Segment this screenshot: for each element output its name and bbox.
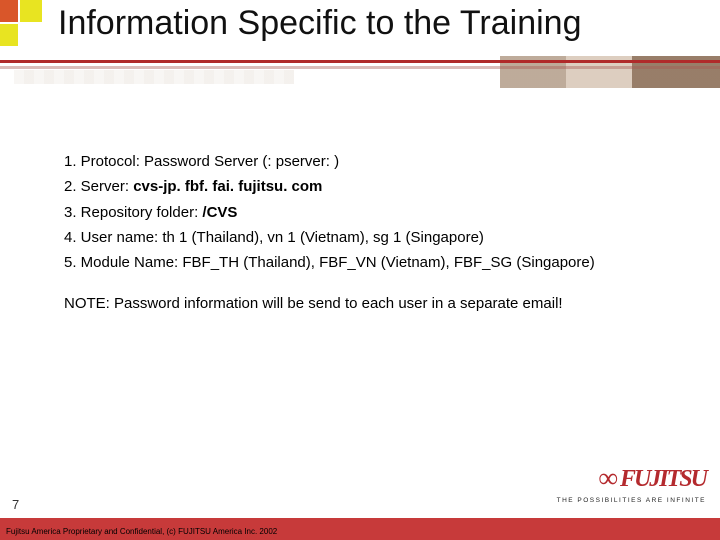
corner-logo-icon — [0, 0, 44, 48]
content-body: 1. Protocol: Password Server (: pserver:… — [64, 150, 664, 318]
brand-tagline: THE POSSIBILITIES ARE INFINITE — [557, 497, 706, 504]
item-protocol: 1. Protocol: Password Server (: pserver:… — [64, 150, 664, 173]
item-repository-value: /CVS — [202, 204, 237, 221]
header: Information Specific to the Training — [0, 0, 720, 88]
brand-block: ∞ FUJITSU THE POSSIBILITIES ARE INFINITE — [557, 463, 706, 504]
header-decor — [0, 56, 720, 88]
item-server: 2. Server: cvs-jp. fbf. fai. fujitsu. co… — [64, 175, 664, 198]
item-server-value: cvs-jp. fbf. fai. fujitsu. com — [133, 178, 322, 195]
footer-copyright: Fujitsu America Proprietary and Confiden… — [6, 527, 277, 536]
fujitsu-logo-icon: ∞ FUJITSU — [557, 463, 706, 495]
page-number: 7 — [12, 497, 19, 512]
note-text: NOTE: Password information will be send … — [64, 292, 664, 315]
brand-name: FUJITSU — [620, 466, 706, 493]
infinity-icon: ∞ — [598, 463, 616, 495]
item-username: 4. User name: th 1 (Thailand), vn 1 (Vie… — [64, 226, 664, 249]
item-repository-label: 3. Repository folder: — [64, 204, 202, 221]
item-repository: 3. Repository folder: /CVS — [64, 201, 664, 224]
item-module: 5. Module Name: FBF_TH (Thailand), FBF_V… — [64, 251, 664, 274]
item-server-label: 2. Server: — [64, 178, 133, 195]
slide-title: Information Specific to the Training — [58, 4, 582, 43]
